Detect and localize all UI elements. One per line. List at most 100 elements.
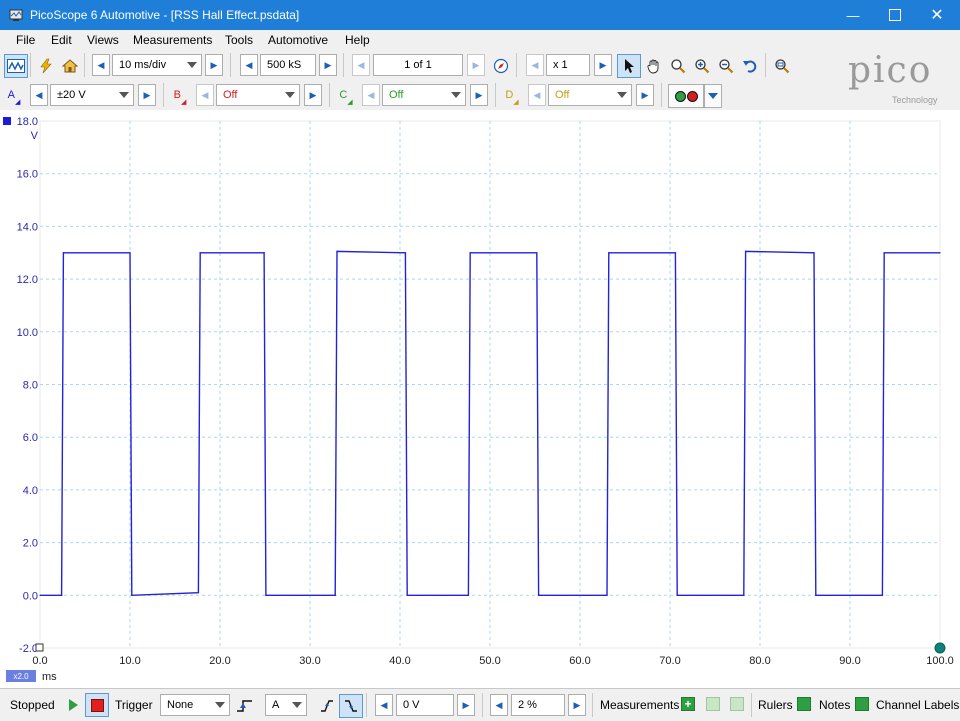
pretrigger-decrease-button[interactable]: ◀: [490, 694, 508, 716]
undo-zoom-button[interactable]: [738, 54, 762, 78]
zoom-overview-button[interactable]: [770, 54, 794, 78]
rulers-button[interactable]: [797, 697, 811, 711]
chevron-down-icon: [617, 92, 627, 98]
start-button[interactable]: [62, 693, 84, 717]
channel-c-range-decrease[interactable]: ◀: [362, 84, 380, 106]
arrow-left-icon: ◀: [245, 59, 253, 70]
samples-field[interactable]: 500 kS: [260, 54, 316, 76]
auto-setup-button[interactable]: [34, 54, 58, 78]
falling-edge-icon: [345, 700, 357, 712]
notes-button[interactable]: [855, 697, 869, 711]
probe-green-icon: [674, 90, 686, 102]
channel-d-options[interactable]: D ◢: [502, 84, 522, 106]
trigger-mode-select[interactable]: None: [160, 694, 230, 716]
channel-toolbar: A ◢ ◀ ±20 V ▶ B ◢ ◀ Off ▶ C ◢ ◀ Off ▶ D ◢ ◀ …: [0, 80, 830, 111]
series-1-point: [62, 252, 64, 254]
advanced-trigger-button[interactable]: [233, 694, 257, 718]
notes-label: Notes: [819, 698, 851, 712]
probes-dropdown-button[interactable]: [704, 84, 722, 108]
threshold-increase-button[interactable]: ▶: [457, 694, 475, 716]
buffer-next-button[interactable]: ▶: [467, 54, 485, 76]
falling-edge-button[interactable]: [339, 694, 363, 718]
timebase-increase-button[interactable]: ▶: [205, 54, 223, 76]
zoom-field[interactable]: x 1: [546, 54, 590, 76]
zoom-in-button[interactable]: [690, 54, 714, 78]
zoom-increase-button[interactable]: ▶: [594, 54, 612, 76]
waveform-chart[interactable]: 0.0 10.0 20.0 30.0 40.0 50.0 60.0 70.0 80.0 90.0 1…: [0, 110, 960, 688]
edit-measurement-button[interactable]: [706, 697, 720, 711]
arrow-left-icon: ◀: [357, 59, 365, 70]
menu-measurements[interactable]: Measurements: [133, 33, 212, 47]
trigger-source-select[interactable]: A: [265, 694, 307, 716]
x-tick-label: 50.0: [479, 655, 500, 667]
stop-button[interactable]: [85, 693, 109, 717]
channel-c-range-increase[interactable]: ▶: [470, 84, 488, 106]
channel-a-range-increase[interactable]: ▶: [138, 84, 156, 106]
channel-d-range-select[interactable]: Off: [548, 84, 632, 106]
x-tick-label: 40.0: [389, 655, 410, 667]
pretrigger-increase-button[interactable]: ▶: [568, 694, 586, 716]
window-title: PicoScope 6 Automotive - [RSS Hall Effec…: [30, 8, 300, 22]
maximize-button[interactable]: [872, 0, 918, 30]
home-button[interactable]: [58, 54, 82, 78]
threshold-field[interactable]: 0 V: [396, 694, 454, 716]
series-1-point: [263, 252, 265, 254]
trigger-edge-icon: [237, 700, 252, 712]
channel-b-range-increase[interactable]: ▶: [304, 84, 322, 106]
channel-c-range-select[interactable]: Off: [382, 84, 466, 106]
logo-text: pico: [848, 50, 933, 91]
timebase-select[interactable]: 10 ms/div: [112, 54, 202, 76]
zoom-out-button[interactable]: [714, 54, 738, 78]
minimize-button[interactable]: —: [830, 0, 876, 30]
y-tick-label: 10.0: [17, 327, 38, 339]
add-measurement-button[interactable]: +: [681, 697, 695, 711]
series-1-point: [469, 252, 471, 254]
rising-edge-icon: [321, 700, 333, 712]
channel-d-range-decrease[interactable]: ◀: [528, 84, 546, 106]
channel-d-range-increase[interactable]: ▶: [636, 84, 654, 106]
threshold-decrease-button[interactable]: ◀: [375, 694, 393, 716]
menu-automotive[interactable]: Automotive: [268, 33, 328, 47]
zoom-decrease-button[interactable]: ◀: [526, 54, 544, 76]
menu-file[interactable]: File: [16, 33, 35, 47]
timebase-decrease-button[interactable]: ◀: [92, 54, 110, 76]
chevron-down-icon: [451, 92, 461, 98]
hand-tool-button[interactable]: [642, 54, 666, 78]
series-1-point: [199, 252, 201, 254]
samples-decrease-button[interactable]: ◀: [240, 54, 258, 76]
close-button[interactable]: ✕: [914, 0, 960, 30]
samples-increase-button[interactable]: ▶: [319, 54, 337, 76]
series-1-point: [336, 250, 338, 253]
channel-b-range-decrease[interactable]: ◀: [196, 84, 214, 106]
pointer-icon: [625, 59, 634, 73]
delete-measurement-button[interactable]: [730, 697, 744, 711]
scope-mode-button[interactable]: [4, 54, 28, 78]
buffer-navigator-button[interactable]: [489, 54, 513, 78]
series-1-point: [131, 594, 133, 596]
menu-edit[interactable]: Edit: [51, 33, 72, 47]
arrow-right-icon: ▶: [573, 699, 581, 710]
probes-button[interactable]: [668, 84, 704, 108]
zoom-area-button[interactable]: [666, 54, 690, 78]
pointer-tool-button[interactable]: [617, 54, 641, 78]
channel-b-label: B: [173, 89, 181, 101]
series-1-point: [743, 594, 745, 596]
scope-view[interactable]: 0.0 10.0 20.0 30.0 40.0 50.0 60.0 70.0 80.0 90.0 1…: [0, 110, 960, 688]
arrow-left-icon: ◀: [35, 89, 43, 100]
channel-b-range-select[interactable]: Off: [216, 84, 300, 106]
y-tick-label: 2.0: [23, 538, 38, 550]
series-1-point: [813, 252, 815, 254]
menu-tools[interactable]: Tools: [225, 33, 253, 47]
channel-a-range-decrease[interactable]: ◀: [30, 84, 48, 106]
channel-a-options[interactable]: A ◢: [4, 84, 24, 106]
pretrigger-field[interactable]: 2 %: [511, 694, 565, 716]
channel-a-range-select[interactable]: ±20 V: [50, 84, 134, 106]
channel-c-options[interactable]: C ◢: [336, 84, 356, 106]
menu-help[interactable]: Help: [345, 33, 370, 47]
channel-b-options[interactable]: B ◢: [170, 84, 190, 106]
buffer-position-field[interactable]: 1 of 1: [373, 54, 463, 76]
buffer-previous-button[interactable]: ◀: [352, 54, 370, 76]
rising-edge-button[interactable]: [315, 694, 339, 718]
corner-arrow-icon: ◢: [180, 99, 187, 106]
menu-views[interactable]: Views: [87, 33, 119, 47]
